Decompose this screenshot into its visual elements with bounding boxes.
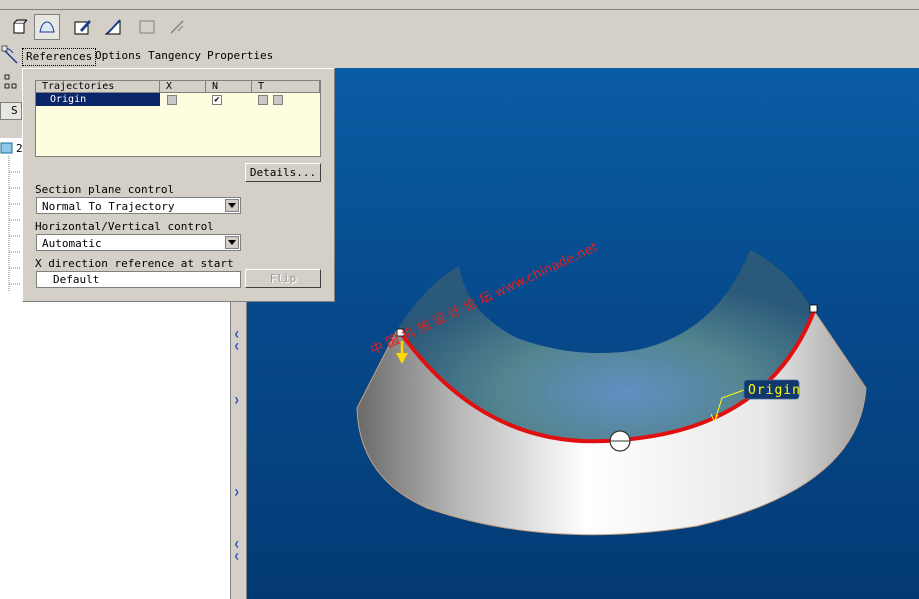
tree-toolbar-strip: S [0, 68, 22, 138]
model-3d-view: Origin 中 国 机 械 设 计 论 坛 www.chinade.net [356, 240, 867, 536]
hv-control-value: Automatic [42, 237, 102, 250]
x-direction-field[interactable]: Default [36, 271, 241, 288]
tree-connector-lines [8, 156, 20, 291]
trajectory-icon [1, 45, 21, 65]
column-header-trajectories[interactable]: Trajectories [36, 81, 160, 93]
references-panel: Trajectories X N T Origin ✔ Details... S… [22, 68, 335, 302]
collapse-left-icon[interactable]: ❮ [234, 342, 239, 352]
dropdown-arrow-icon[interactable] [225, 236, 239, 249]
tree-tab[interactable]: S [0, 102, 22, 120]
tab-options[interactable]: Options [92, 48, 144, 64]
tree-filter-icon[interactable] [4, 74, 18, 90]
rectangle-button[interactable] [134, 14, 160, 40]
t-checkbox[interactable] [258, 95, 268, 105]
trajectory-row-name[interactable]: Origin [36, 93, 160, 106]
collapse-left-icon[interactable]: ❮ [234, 540, 239, 550]
toolbar-divider [0, 9, 919, 10]
pencil-button[interactable] [164, 14, 190, 40]
graphics-viewport[interactable]: Origin 中 国 机 械 设 计 论 坛 www.chinade.net [247, 68, 919, 599]
section-icon [104, 19, 121, 35]
solid-button[interactable] [6, 14, 32, 40]
collapse-left-icon[interactable]: ❮ [234, 552, 239, 562]
origin-label[interactable]: Origin [748, 383, 801, 398]
sketch-button[interactable] [70, 14, 96, 40]
x-checkbox[interactable] [167, 95, 177, 105]
expand-right-icon[interactable]: ❯ [234, 488, 239, 498]
hv-control-label: Horizontal/Vertical control [35, 220, 214, 233]
part-icon [0, 141, 14, 155]
solid-icon [13, 19, 27, 34]
trajectory-end-point[interactable] [809, 304, 818, 313]
t-checkbox-2[interactable] [273, 95, 283, 105]
tab-bar: References Options Tangency Properties [0, 44, 919, 68]
surface-icon [39, 21, 55, 33]
column-header-n[interactable]: N [206, 81, 252, 93]
collapse-left-icon[interactable]: ❮ [234, 330, 239, 340]
toolbar [0, 0, 919, 45]
section-button[interactable] [100, 14, 126, 40]
surface-button[interactable] [34, 14, 60, 40]
details-button[interactable]: Details... [245, 163, 321, 182]
column-header-x[interactable]: X [160, 81, 206, 93]
x-direction-label: X direction reference at start [35, 257, 234, 270]
rectangle-icon [139, 20, 155, 34]
trajectories-table: Trajectories X N T Origin ✔ [35, 80, 321, 157]
tab-tangency[interactable]: Tangency [145, 48, 204, 64]
section-plane-label: Section plane control [35, 183, 175, 196]
pencil-icon [170, 20, 184, 34]
expand-right-icon[interactable]: ❯ [234, 396, 239, 406]
tab-properties[interactable]: Properties [204, 48, 276, 64]
section-plane-value: Normal To Trajectory [42, 200, 175, 213]
hv-control-select[interactable]: Automatic [36, 234, 241, 251]
tab-references[interactable]: References [22, 48, 97, 66]
dropdown-arrow-icon[interactable] [225, 199, 239, 212]
column-header-t[interactable]: T [252, 81, 320, 93]
sketch-icon [74, 20, 91, 35]
section-plane-select[interactable]: Normal To Trajectory [36, 197, 241, 214]
n-checkbox[interactable]: ✔ [212, 95, 222, 105]
flip-button[interactable]: Flip [245, 269, 321, 288]
